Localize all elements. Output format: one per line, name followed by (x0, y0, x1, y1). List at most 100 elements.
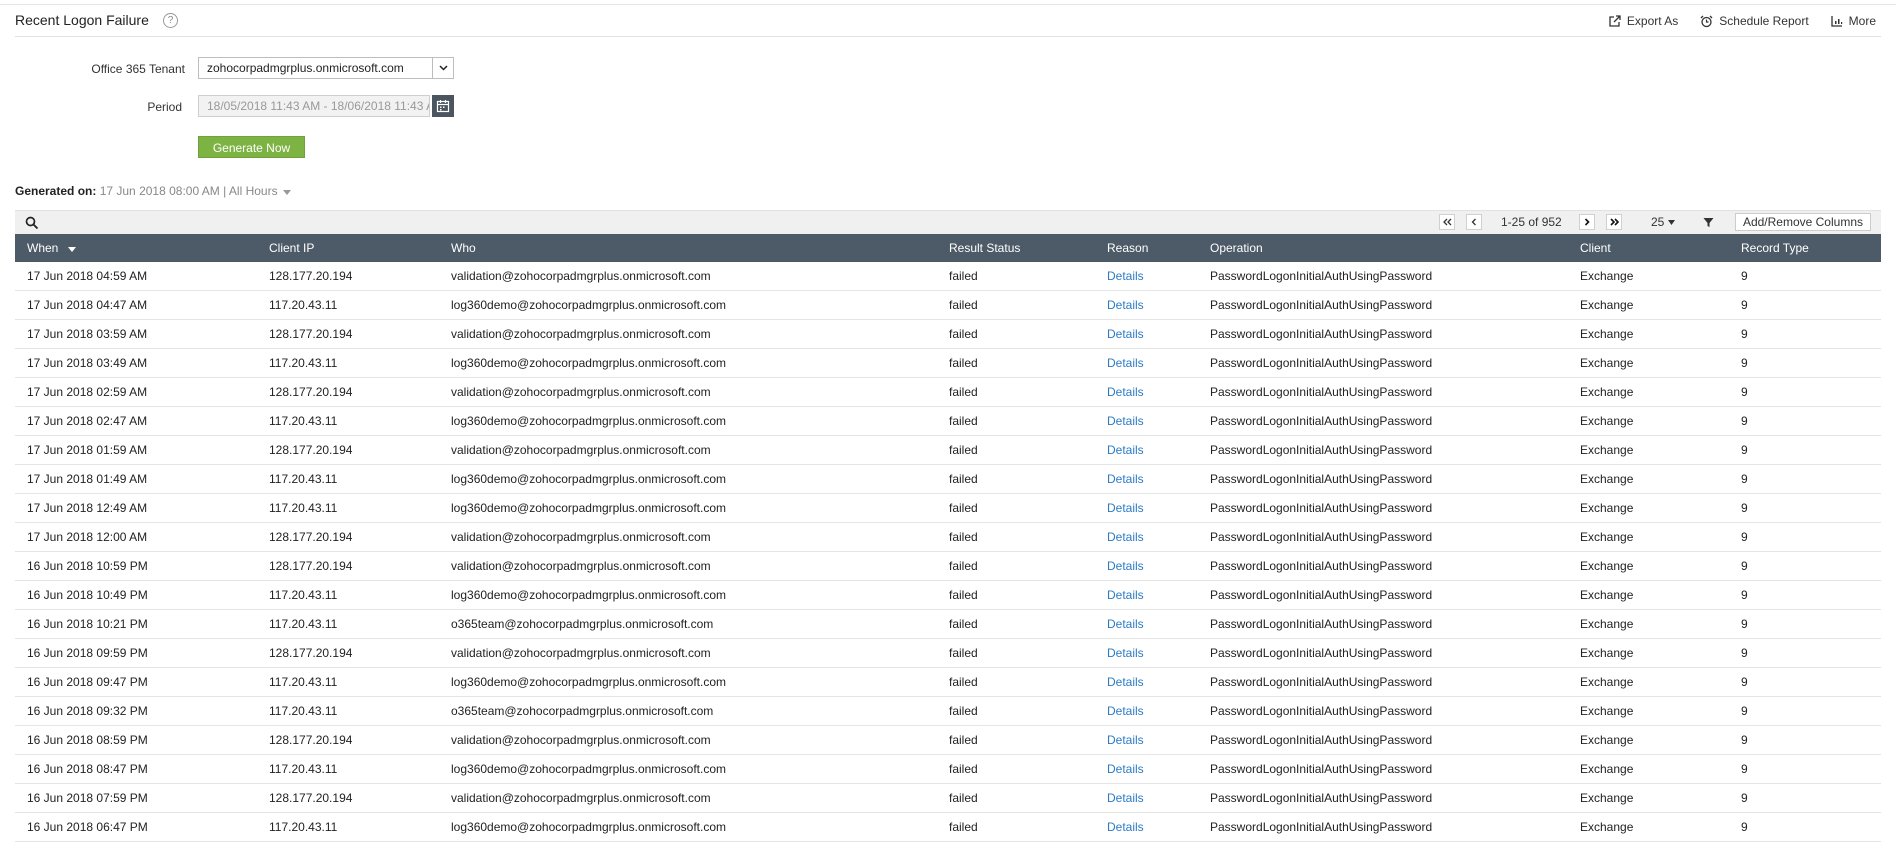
schedule-report-button[interactable]: Schedule Report (1700, 14, 1809, 28)
cell-result-status: failed (937, 667, 1095, 697)
chevron-right-icon (1584, 218, 1590, 226)
cell-who: validation@zohocorpadmgrplus.onmicrosoft… (439, 551, 937, 581)
cell-reason[interactable]: Details (1095, 696, 1198, 726)
cell-result-status: failed (937, 783, 1095, 813)
cell-who: validation@zohocorpadmgrplus.onmicrosoft… (439, 783, 937, 813)
cell-when: 17 Jun 2018 01:49 AM (15, 464, 257, 494)
cell-operation: PasswordLogonInitialAuthUsingPassword (1198, 696, 1568, 726)
period-input[interactable]: 18/05/2018 11:43 AM - 18/06/2018 11:43 A… (198, 95, 430, 117)
column-header-who[interactable]: Who (439, 234, 937, 262)
chevron-down-icon[interactable] (432, 58, 453, 78)
page-size-select[interactable]: 25 (1651, 215, 1676, 229)
cell-client: Exchange (1568, 348, 1729, 378)
search-icon[interactable] (25, 216, 39, 230)
cell-result-status: failed (937, 812, 1095, 842)
cell-reason[interactable]: Details (1095, 406, 1198, 436)
cell-reason[interactable]: Details (1095, 377, 1198, 407)
more-icon (1831, 16, 1842, 27)
table-row: 16 Jun 2018 10:21 PM 117.20.43.11 o365team… (15, 609, 1881, 639)
cell-result-status: failed (937, 262, 1095, 291)
caret-down-icon[interactable] (282, 190, 291, 195)
cell-result-status: failed (937, 522, 1095, 552)
cell-record-type: 9 (1729, 522, 1881, 552)
cell-operation: PasswordLogonInitialAuthUsingPassword (1198, 783, 1568, 813)
cell-result-status: failed (937, 609, 1095, 639)
table-header-row: When Client IP Who Result Status Reason … (15, 234, 1881, 262)
first-page-button[interactable] (1439, 214, 1455, 230)
cell-result-status: failed (937, 464, 1095, 494)
cell-record-type: 9 (1729, 783, 1881, 813)
table-row: 17 Jun 2018 12:49 AM 117.20.43.11 log360de… (15, 493, 1881, 523)
cell-who: o365team@zohocorpadmgrplus.onmicrosoft.c… (439, 696, 937, 726)
cell-client-ip: 117.20.43.11 (257, 754, 439, 784)
cell-reason[interactable]: Details (1095, 551, 1198, 581)
cell-record-type: 9 (1729, 348, 1881, 378)
generated-on-value[interactable]: 17 Jun 2018 08:00 AM | All Hours (100, 184, 278, 198)
cell-record-type: 9 (1729, 290, 1881, 320)
cell-reason[interactable]: Details (1095, 609, 1198, 639)
next-page-button[interactable] (1579, 214, 1595, 230)
cell-client: Exchange (1568, 783, 1729, 813)
cell-reason[interactable]: Details (1095, 262, 1198, 291)
export-as-button[interactable]: Export As (1609, 14, 1678, 28)
cell-who: log360demo@zohocorpadmgrplus.onmicrosoft… (439, 464, 937, 494)
cell-client-ip: 128.177.20.194 (257, 262, 439, 291)
cell-who: validation@zohocorpadmgrplus.onmicrosoft… (439, 522, 937, 552)
cell-who: log360demo@zohocorpadmgrplus.onmicrosoft… (439, 493, 937, 523)
cell-client-ip: 117.20.43.11 (257, 812, 439, 842)
previous-page-button[interactable] (1466, 214, 1482, 230)
more-button[interactable]: More (1831, 14, 1876, 28)
cell-client: Exchange (1568, 638, 1729, 668)
cell-result-status: failed (937, 406, 1095, 436)
period-label: Period (147, 100, 182, 114)
cell-reason[interactable]: Details (1095, 348, 1198, 378)
cell-reason[interactable]: Details (1095, 667, 1198, 697)
cell-reason[interactable]: Details (1095, 754, 1198, 784)
cell-reason[interactable]: Details (1095, 812, 1198, 842)
cell-reason[interactable]: Details (1095, 725, 1198, 755)
tenant-select[interactable]: zohocorpadmgrplus.onmicrosoft.com (198, 57, 454, 79)
calendar-icon[interactable] (432, 95, 454, 117)
column-header-client-ip[interactable]: Client IP (257, 234, 439, 262)
column-header-when[interactable]: When (15, 234, 257, 262)
table-row: 16 Jun 2018 08:47 PM 117.20.43.11 log360de… (15, 754, 1881, 784)
cell-who: validation@zohocorpadmgrplus.onmicrosoft… (439, 638, 937, 668)
cell-reason[interactable]: Details (1095, 783, 1198, 813)
table-row: 16 Jun 2018 06:47 PM 117.20.43.11 log360de… (15, 812, 1881, 842)
cell-reason[interactable]: Details (1095, 319, 1198, 349)
cell-when: 16 Jun 2018 08:59 PM (15, 725, 257, 755)
cell-reason[interactable]: Details (1095, 638, 1198, 668)
add-remove-columns-button[interactable]: Add/Remove Columns (1734, 213, 1871, 231)
last-page-button[interactable] (1606, 214, 1622, 230)
filter-button[interactable] (1700, 214, 1716, 230)
column-header-operation[interactable]: Operation (1198, 234, 1568, 262)
help-icon[interactable]: ? (163, 13, 178, 28)
cell-operation: PasswordLogonInitialAuthUsingPassword (1198, 348, 1568, 378)
chevron-left-icon (1471, 218, 1476, 226)
cell-client-ip: 117.20.43.11 (257, 667, 439, 697)
cell-reason[interactable]: Details (1095, 464, 1198, 494)
table-body: 17 Jun 2018 04:59 AM 128.177.20.194 valida… (15, 262, 1881, 842)
cell-reason[interactable]: Details (1095, 290, 1198, 320)
cell-operation: PasswordLogonInitialAuthUsingPassword (1198, 638, 1568, 668)
cell-result-status: failed (937, 493, 1095, 523)
cell-client-ip: 128.177.20.194 (257, 638, 439, 668)
generate-now-button[interactable]: Generate Now (198, 136, 305, 158)
cell-reason[interactable]: Details (1095, 522, 1198, 552)
cell-reason[interactable]: Details (1095, 435, 1198, 465)
cell-client-ip: 128.177.20.194 (257, 551, 439, 581)
cell-reason[interactable]: Details (1095, 493, 1198, 523)
table-row: 16 Jun 2018 07:59 PM 128.177.20.194 valida… (15, 783, 1881, 813)
column-header-client[interactable]: Client (1568, 234, 1729, 262)
cell-client: Exchange (1568, 406, 1729, 436)
table-row: 17 Jun 2018 03:59 AM 128.177.20.194 valida… (15, 319, 1881, 349)
sort-desc-icon (67, 247, 76, 252)
column-header-reason[interactable]: Reason (1095, 234, 1198, 262)
column-header-record-type[interactable]: Record Type (1729, 234, 1881, 262)
cell-reason[interactable]: Details (1095, 580, 1198, 610)
caret-down-icon (1668, 219, 1676, 225)
table-toolbar: 1-25 of 952 25 Add/Remove Columns (15, 210, 1881, 235)
cell-when: 16 Jun 2018 09:59 PM (15, 638, 257, 668)
column-header-result-status[interactable]: Result Status (937, 234, 1095, 262)
cell-operation: PasswordLogonInitialAuthUsingPassword (1198, 319, 1568, 349)
